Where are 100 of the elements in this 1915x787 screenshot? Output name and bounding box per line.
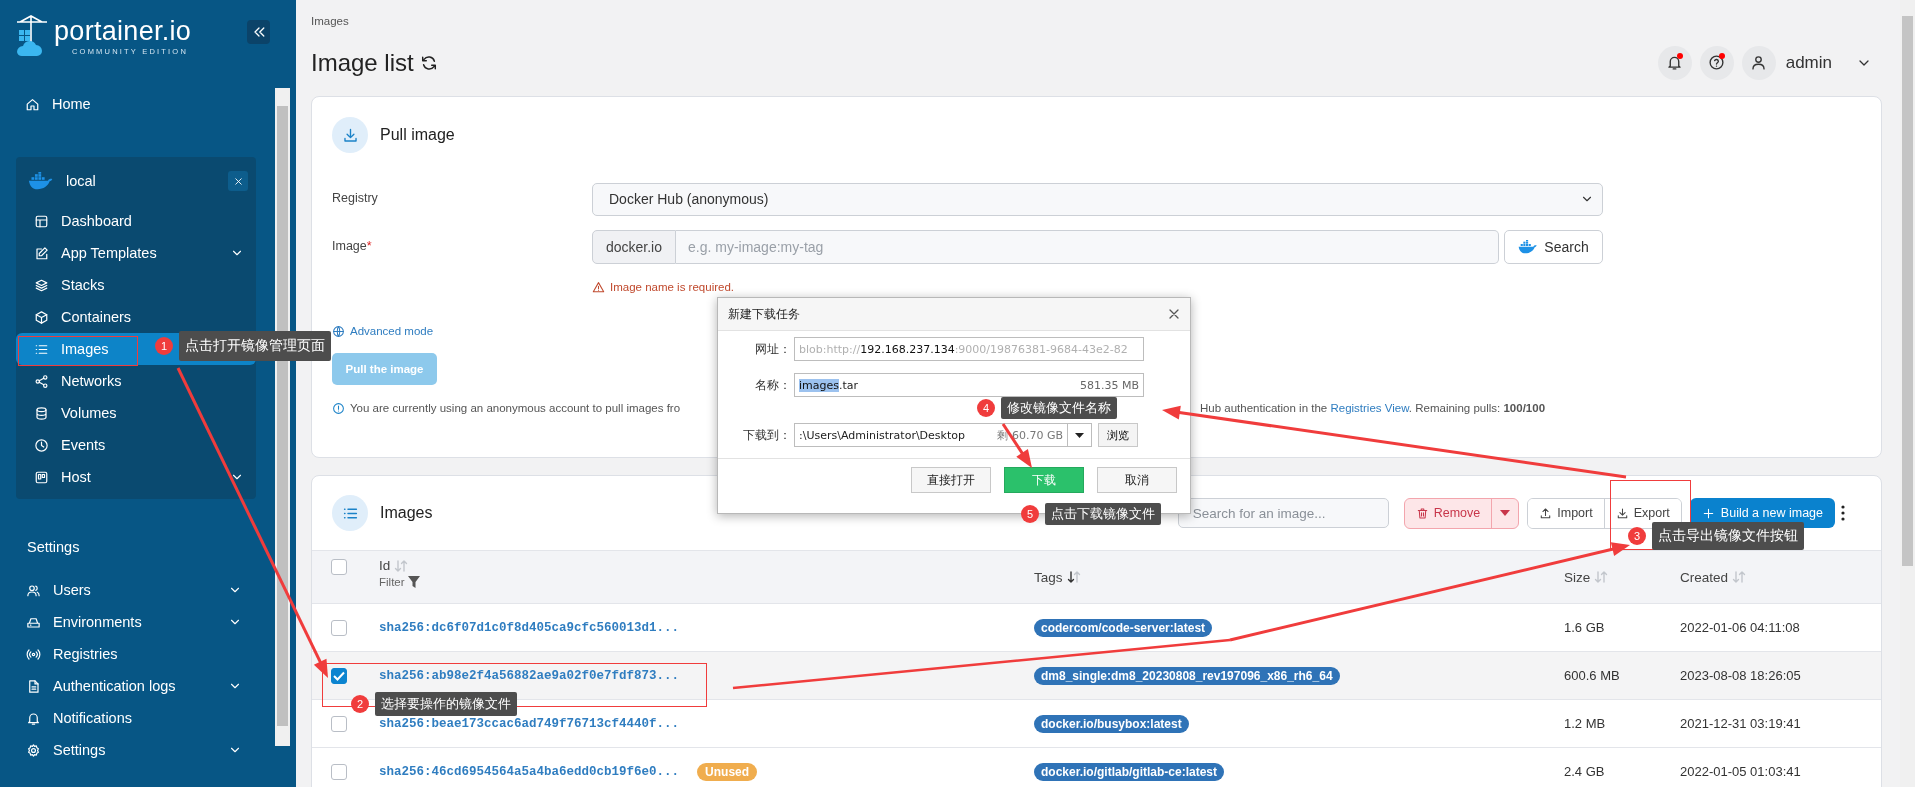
callout-tooltip: 点击导出镜像文件按钮: [1652, 522, 1804, 550]
checkbox[interactable]: [331, 715, 347, 732]
nav-item[interactable]: Authentication logs: [0, 670, 276, 702]
registries-link[interactable]: Registries View: [1330, 402, 1409, 414]
dialog-button[interactable]: 直接打开: [911, 467, 991, 493]
menu-item-icon: [26, 710, 41, 726]
download-glyph: [341, 126, 359, 144]
dialog-title: 新建下载任务: [728, 305, 800, 323]
menu-item-icon: [26, 678, 41, 694]
table-cell: 2022-01-05 01:03:41: [1680, 764, 1801, 779]
nav-item[interactable]: Settings: [0, 734, 276, 766]
environment-name: local: [66, 173, 96, 189]
field-label: 名称：: [754, 376, 791, 394]
field-label: Registry: [332, 190, 379, 205]
checkbox[interactable]: [331, 763, 347, 780]
nav-item[interactable]: Dashboard: [16, 205, 256, 237]
prefix-addon: docker.io: [592, 230, 676, 264]
globe-icon: [332, 324, 345, 338]
image-input[interactable]: e.g. my-image:my-tag: [676, 230, 1499, 264]
filter-label[interactable]: Filter: [379, 576, 405, 588]
remove-button[interactable]: Remove: [1403, 497, 1520, 529]
nav-item[interactable]: App Templates: [16, 237, 256, 269]
url-field[interactable]: blob:http://192.168.237.134:9000/19876381-9684-43e2-82: [794, 337, 1144, 361]
file-name-field[interactable]: images.tar 581.35 MB: [794, 373, 1144, 397]
image-id-link[interactable]: sha256:dc6f07d1c0f8d405ca9cfc560013d1...: [379, 620, 680, 635]
docker-whale-icon: [28, 171, 54, 191]
menu-item-icon: [34, 437, 49, 453]
table-cell: 600.6 MB: [1564, 668, 1620, 683]
table-cell: 2021-12-31 03:19:41: [1680, 716, 1801, 731]
warning-icon: [592, 280, 605, 294]
home-icon: [25, 96, 40, 112]
menu-item-icon: [34, 405, 49, 421]
checkbox[interactable]: [331, 667, 347, 684]
nav-item[interactable]: Events: [16, 429, 256, 461]
column-header[interactable]: Tags: [1034, 569, 1063, 585]
bell-icon: [1666, 54, 1684, 71]
registry-select[interactable]: Docker Hub (anonymous): [592, 182, 1603, 216]
image-id-link[interactable]: sha256:beae173ccac6ad749f76713cf4440f...: [379, 716, 680, 731]
menu-item-icon: [34, 213, 49, 229]
dialog-button[interactable]: 取消: [1097, 467, 1177, 493]
sort-icon[interactable]: [1066, 570, 1081, 584]
card-title: Images: [380, 504, 433, 522]
info-text: You are currently using an anonymous account to pull images fro: [350, 402, 681, 414]
callout-tooltip: 点击打开镜像管理页面: [179, 331, 331, 361]
table-cell: 1.6 GB: [1564, 620, 1605, 635]
column-header[interactable]: Size: [1564, 569, 1591, 585]
callout-tooltip: 选择要操作的镜像文件: [375, 692, 517, 716]
nav-item[interactable]: Environments: [0, 606, 276, 638]
column-header[interactable]: Created: [1680, 569, 1729, 585]
help-button[interactable]: [1699, 45, 1734, 80]
page-title: Image list: [311, 48, 414, 77]
field-label: 下载到：: [742, 426, 791, 444]
checkbox[interactable]: [331, 559, 347, 575]
tag-badge: docker.io/busybox:latest: [1034, 714, 1189, 733]
checkbox[interactable]: [331, 619, 347, 636]
upload-icon: [1539, 506, 1553, 520]
section-title: Settings: [27, 538, 81, 557]
nav-item[interactable]: Containers: [16, 301, 256, 333]
logo-text: portainer.io: [54, 18, 192, 46]
menu-item-icon: [34, 277, 49, 293]
dropdown-button[interactable]: [1068, 423, 1092, 447]
nav-item[interactable]: Home: [0, 88, 276, 120]
menu-item-icon: [34, 245, 49, 261]
menu-item-icon: [34, 373, 49, 389]
caret-icon[interactable]: [1075, 432, 1084, 438]
nav-item[interactable]: Host: [16, 461, 256, 493]
help-icon: [1708, 54, 1726, 71]
nav-item[interactable]: Volumes: [16, 397, 256, 429]
nav-item[interactable]: Stacks: [16, 269, 256, 301]
export-button[interactable]: Export: [1603, 498, 1681, 528]
notifications-button[interactable]: [1657, 45, 1692, 80]
status-badge: Unused: [697, 762, 758, 781]
download-icon: [1615, 506, 1629, 520]
user-name[interactable]: admin: [1785, 52, 1832, 73]
close-button[interactable]: [228, 171, 248, 191]
browse-button[interactable]: 浏览: [1098, 423, 1138, 447]
close-icon: [232, 175, 244, 187]
column-header[interactable]: Id: [379, 558, 391, 573]
breadcrumb[interactable]: Images: [311, 0, 1882, 29]
nav-item[interactable]: Networks: [16, 365, 256, 397]
advanced-mode-link[interactable]: Advanced mode: [350, 325, 434, 337]
menu-item-icon: [26, 742, 41, 758]
nav-item[interactable]: Notifications: [0, 702, 276, 734]
image-id-link[interactable]: sha256:ab98e2f4a56882ae9a02f0e7fdf873...: [379, 668, 680, 683]
plus-icon: [1701, 506, 1715, 520]
tag-badge: docker.io/gitlab/gitlab-ce:latest: [1034, 762, 1225, 781]
nav-item[interactable]: Registries: [0, 638, 276, 670]
nav-item[interactable]: Users: [0, 574, 276, 606]
card-title: Pull image: [380, 126, 455, 144]
search-field[interactable]: Search for an image...: [1177, 498, 1389, 528]
table-cell: 2023-08-08 18:26:05: [1680, 668, 1801, 683]
collapse-button[interactable]: [247, 20, 270, 44]
more-icon[interactable]: [1841, 505, 1845, 521]
filter-icon[interactable]: [407, 576, 420, 588]
info-text: Hub authentication in the Registries View. Remaining pulls: 100/100: [1200, 402, 1546, 414]
field-label: Image*: [332, 238, 373, 253]
search-button[interactable]: Search: [1504, 230, 1603, 264]
save-path-field[interactable]: :\Users\Administrator\Desktop 剩 60.70 GB: [794, 423, 1068, 447]
image-id-link[interactable]: sha256:46cd6954564a5a4ba6edd0cb19f6e0...: [379, 764, 680, 779]
avatar-button[interactable]: [1741, 45, 1776, 80]
